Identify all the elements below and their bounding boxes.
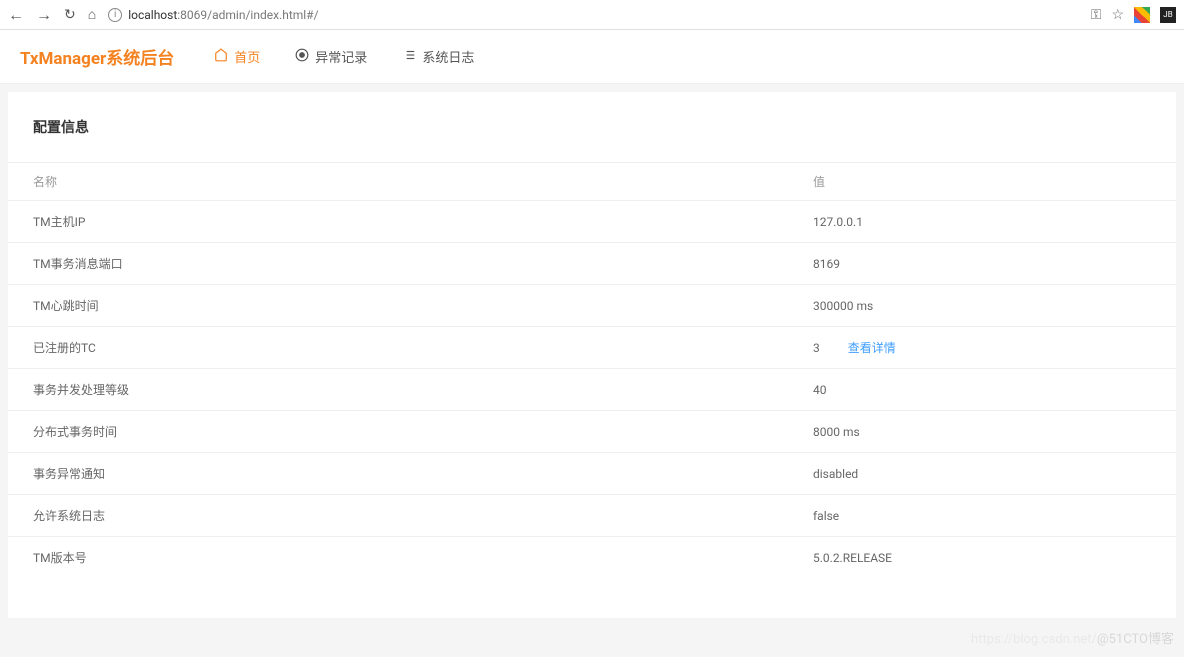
row-value: false (813, 509, 1151, 523)
row-name: TM心跳时间 (33, 297, 813, 314)
address-bar[interactable]: i localhost:8069/admin/index.html#/ (108, 8, 1079, 22)
content-wrapper: 配置信息 名称 值 TM主机IP 127.0.0.1 TM事务消息端口 8169… (0, 84, 1184, 626)
app-header: TxManager系统后台 首页 异常记录 系统日志 (0, 30, 1184, 84)
row-value: 127.0.0.1 (813, 215, 1151, 229)
nav-exception[interactable]: 异常记录 (295, 47, 367, 66)
row-value: disabled (813, 467, 1151, 481)
url-host: localhost (128, 8, 177, 22)
browser-toolbar: ← → ↻ ⌂ i localhost:8069/admin/index.htm… (0, 0, 1184, 30)
row-name: 事务异常通知 (33, 465, 813, 482)
row-name: TM版本号 (33, 549, 813, 566)
nav-home[interactable]: 首页 (214, 47, 260, 66)
table-row: 事务异常通知 disabled (8, 452, 1176, 494)
row-value: 40 (813, 383, 1151, 397)
row-name: TM事务消息端口 (33, 255, 813, 272)
table-row: TM心跳时间 300000 ms (8, 284, 1176, 326)
nav-exception-label: 异常记录 (315, 47, 367, 66)
brand-title: TxManager系统后台 (20, 44, 174, 69)
browser-home-button[interactable]: ⌂ (88, 6, 96, 23)
table-row: TM事务消息端口 8169 (8, 242, 1176, 284)
row-value: 8169 (813, 257, 1151, 271)
panel-title: 配置信息 (8, 117, 1176, 162)
config-panel: 配置信息 名称 值 TM主机IP 127.0.0.1 TM事务消息端口 8169… (8, 92, 1176, 618)
watermark: https://blog.csdn.net/@51CTO博客 (971, 628, 1174, 647)
bookmark-star-icon[interactable]: ☆ (1111, 7, 1124, 23)
row-name: 已注册的TC (33, 339, 813, 356)
nav-home-label: 首页 (234, 47, 260, 66)
browser-right-icons: ⚿ ☆ JB (1091, 7, 1176, 23)
home-icon (214, 48, 228, 66)
nav-arrows-group: ← → ↻ ⌂ (8, 5, 96, 25)
row-value: 8000 ms (813, 425, 1151, 439)
config-table: 名称 值 TM主机IP 127.0.0.1 TM事务消息端口 8169 TM心跳… (8, 162, 1176, 578)
row-value-with-link: 3 查看详情 (813, 339, 1151, 356)
table-row: TM主机IP 127.0.0.1 (8, 200, 1176, 242)
table-row: 分布式事务时间 8000 ms (8, 410, 1176, 452)
target-icon (295, 48, 309, 66)
table-row: 已注册的TC 3 查看详情 (8, 326, 1176, 368)
forward-button[interactable]: → (36, 5, 52, 25)
row-name: TM主机IP (33, 213, 813, 230)
key-icon[interactable]: ⚿ (1091, 7, 1102, 23)
row-value: 3 (813, 341, 820, 355)
table-row: TM版本号 5.0.2.RELEASE (8, 536, 1176, 578)
watermark-url: https://blog.csdn.net/ (971, 632, 1097, 647)
row-name: 分布式事务时间 (33, 423, 813, 440)
row-name: 允许系统日志 (33, 507, 813, 524)
list-icon (402, 48, 416, 66)
extension-icon-1[interactable] (1134, 7, 1150, 23)
row-value: 300000 ms (813, 299, 1151, 313)
col-header-value: 值 (813, 173, 1151, 190)
row-name: 事务并发处理等级 (33, 381, 813, 398)
extension-icon-2[interactable]: JB (1160, 7, 1176, 23)
row-value: 5.0.2.RELEASE (813, 551, 1151, 565)
url-path: :8069/admin/index.html#/ (177, 8, 318, 22)
watermark-text: @51CTO博客 (1097, 632, 1174, 647)
nav-syslog[interactable]: 系统日志 (402, 47, 474, 66)
nav-syslog-label: 系统日志 (422, 47, 474, 66)
table-header-row: 名称 值 (8, 162, 1176, 200)
page-info-icon[interactable]: i (108, 8, 122, 22)
reload-button[interactable]: ↻ (64, 7, 76, 23)
back-button[interactable]: ← (8, 5, 24, 25)
col-header-name: 名称 (33, 173, 813, 190)
view-detail-link[interactable]: 查看详情 (848, 341, 896, 355)
table-row: 允许系统日志 false (8, 494, 1176, 536)
table-row: 事务并发处理等级 40 (8, 368, 1176, 410)
